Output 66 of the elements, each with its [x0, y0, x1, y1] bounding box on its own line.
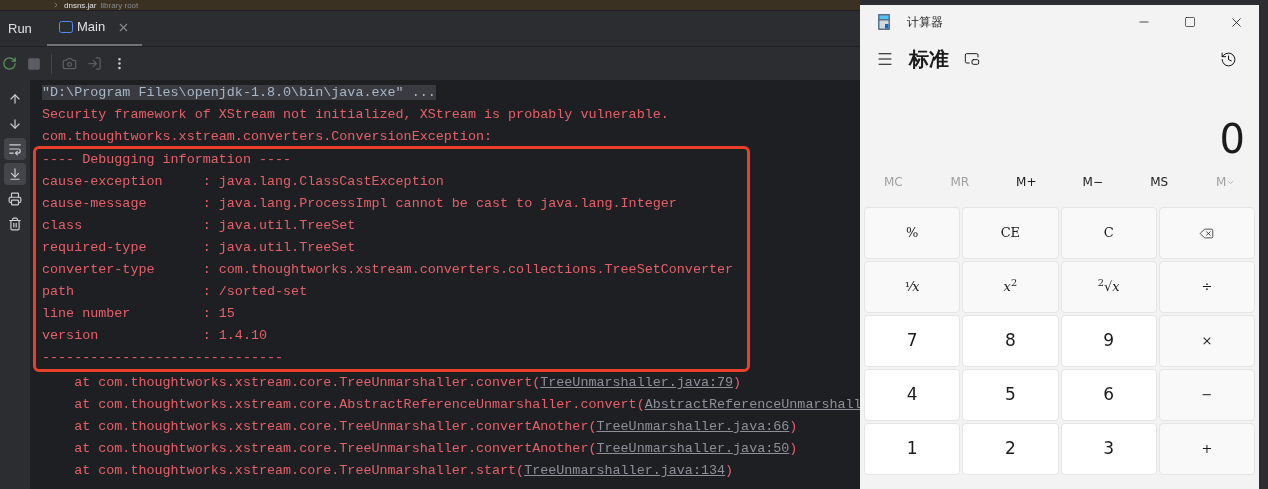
memory-button[interactable]: M−: [1059, 173, 1126, 191]
stack-trace-line: at com.thoughtworks.xstream.core.AbstractReferenceUnmarshaller.convert(: [73, 396, 645, 414]
function-key[interactable]: CE: [962, 207, 1059, 259]
paren-text: ): [725, 462, 734, 480]
paren-text: ): [789, 440, 798, 458]
digit-key[interactable]: 4: [864, 369, 961, 421]
source-link[interactable]: TreeUnmarshaller.java:66: [596, 416, 790, 438]
jar-name: dnsns.jar: [64, 0, 97, 10]
wrap-icon[interactable]: [4, 138, 26, 160]
menu-icon[interactable]: [876, 50, 894, 68]
function-key[interactable]: ¹⁄x: [864, 261, 961, 313]
debug-line: ---- Debugging information ----: [42, 152, 292, 167]
function-key[interactable]: x$^{2}$: [962, 261, 1059, 313]
function-key[interactable]: $^{2}$√x: [1060, 261, 1157, 313]
digit-key[interactable]: 5: [962, 369, 1059, 421]
rerun-icon[interactable]: [2, 56, 17, 71]
source-link[interactable]: TreeUnmarshaller.java:79: [540, 372, 734, 394]
jar-note: library root: [100, 0, 139, 10]
debug-line: class : java.util.TreeSet: [42, 218, 356, 233]
stack-trace-line: at com.thoughtworks.xstream.core.TreeUnmarshaller.convertAnother(: [73, 418, 597, 436]
debug-line: required-type : java.util.TreeSet: [42, 240, 356, 255]
debug-line: cause-message : java.lang.ProcessImpl cannot be cast to java.lang.Integer: [42, 196, 677, 211]
digit-key[interactable]: 8: [962, 315, 1059, 367]
project-row[interactable]: dnsns.jar library root: [0, 0, 860, 10]
source-link[interactable]: TreeUnmarshaller.java:50: [596, 438, 790, 460]
source-link[interactable]: AbstractReferenceUnmarshall: [644, 394, 860, 416]
window-title: 计算器: [907, 14, 943, 31]
digit-key[interactable]: 3: [1060, 423, 1157, 475]
paren-text: ): [789, 418, 798, 436]
debug-line: cause-exception : java.lang.ClassCastException: [42, 174, 444, 189]
error-line: com.thoughtworks.xstream.converters.ConversionException:: [42, 129, 492, 144]
mode-title: 标准: [909, 46, 949, 73]
debug-line: path : /sorted-set: [42, 284, 308, 299]
window-icon: [59, 21, 73, 33]
debug-line: line number : 15: [42, 306, 235, 321]
digit-key[interactable]: 9: [1060, 315, 1157, 367]
display-value: 0: [1219, 117, 1245, 161]
function-key[interactable]: +: [1158, 423, 1255, 475]
maximize-icon: [1184, 16, 1196, 28]
chevron-icon: [52, 1, 60, 9]
backspace-icon: [1199, 225, 1215, 241]
digit-key[interactable]: 7: [864, 315, 961, 367]
function-key[interactable]: ×: [1158, 315, 1255, 367]
tool-window-title: Run: [7, 19, 33, 38]
stack-trace-line: at com.thoughtworks.xstream.core.TreeUnmarshaller.convertAnother(: [73, 440, 597, 458]
error-line: Security framework of XStream not initialized, XStream is probably vulnerable.: [42, 107, 669, 122]
function-key[interactable]: −: [1158, 369, 1255, 421]
memory-button[interactable]: MS: [1126, 173, 1193, 191]
debug-line: ------------------------------: [42, 350, 284, 365]
scroll-end-icon[interactable]: [4, 163, 26, 185]
digit-key[interactable]: 2: [962, 423, 1059, 475]
debug-line: version : 1.4.10: [42, 328, 267, 343]
stack-trace-line: at com.thoughtworks.xstream.core.TreeUnmarshaller.convert(: [73, 374, 541, 392]
digit-key[interactable]: 6: [1060, 369, 1157, 421]
stack-trace-line: at com.thoughtworks.xstream.core.TreeUnmarshaller.start(: [73, 462, 525, 480]
source-link[interactable]: TreeUnmarshaller.java:134: [524, 460, 726, 482]
memory-button[interactable]: M+: [993, 173, 1060, 191]
function-key[interactable]: %: [864, 207, 961, 259]
function-key[interactable]: C: [1060, 207, 1157, 259]
history-icon[interactable]: [1220, 50, 1237, 68]
paren-text: ): [733, 374, 742, 392]
function-key[interactable]: ÷: [1158, 261, 1255, 313]
calculator-app-icon: [878, 14, 890, 30]
keep-on-top-icon[interactable]: [964, 51, 980, 67]
debug-line: converter-type : com.thoughtworks.xstream.converters.collections.TreeSetConverter: [42, 262, 734, 277]
digit-key[interactable]: 1: [864, 423, 961, 475]
